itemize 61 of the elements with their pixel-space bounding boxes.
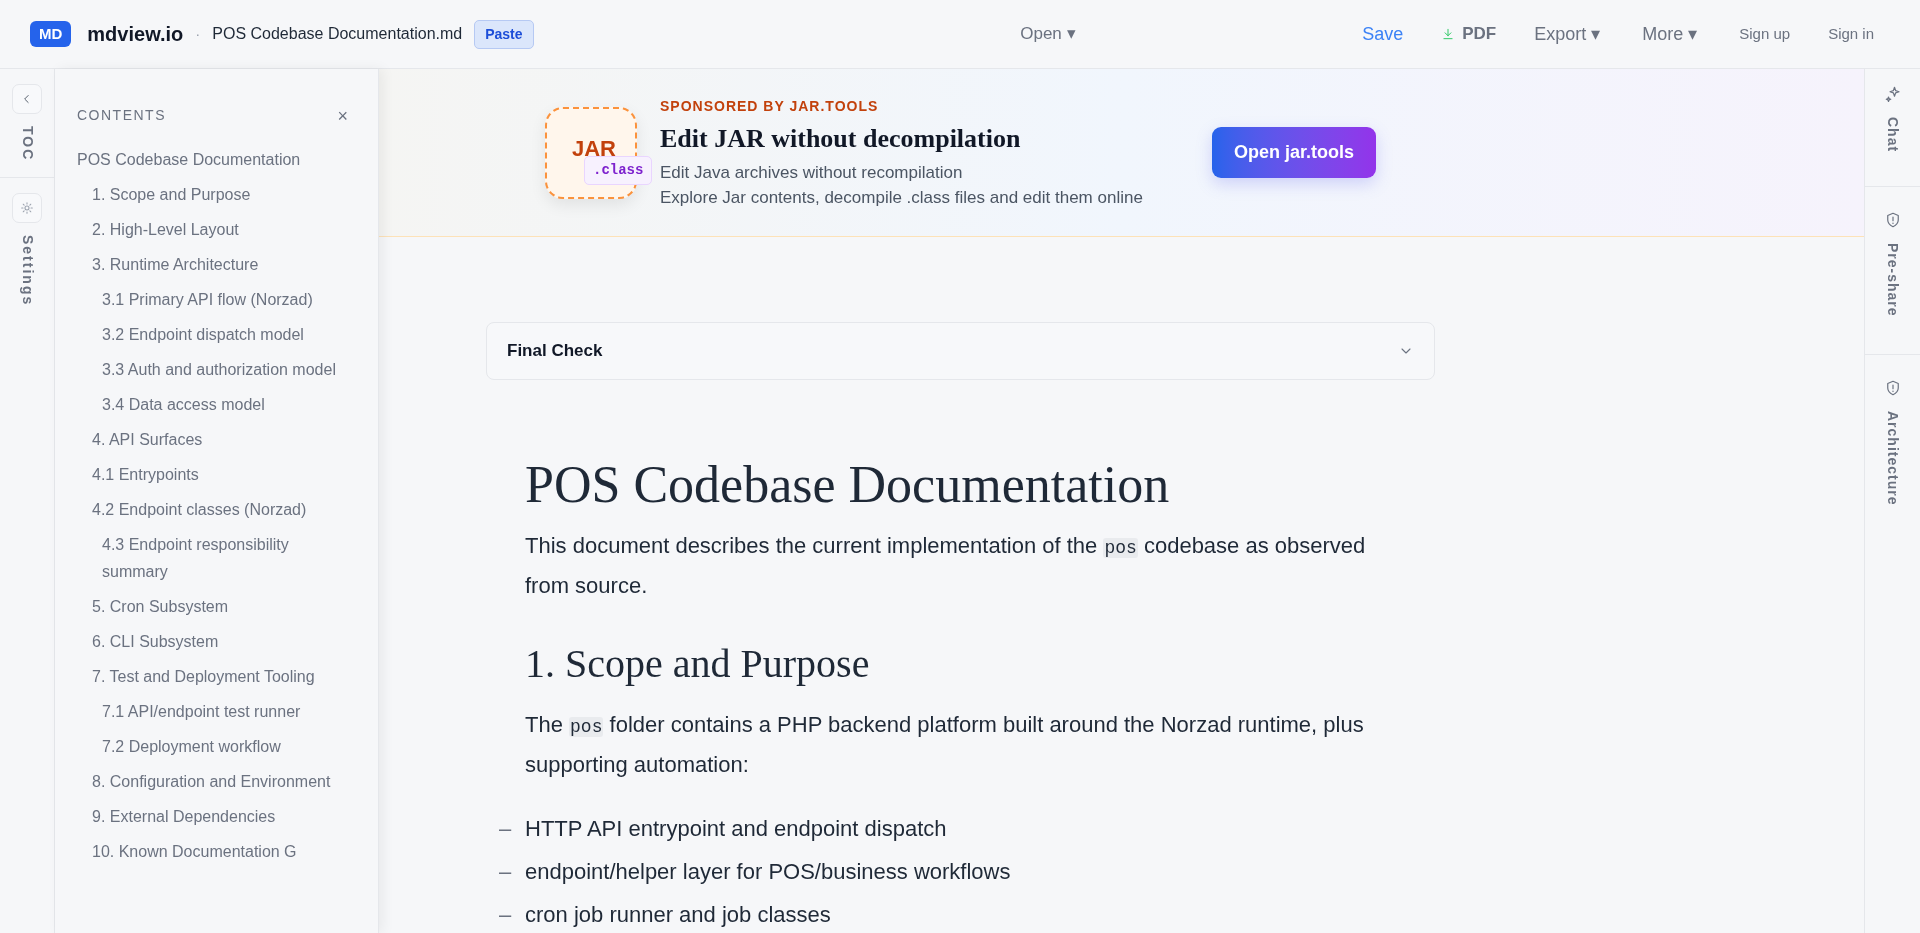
list-bullet: –: [499, 858, 512, 886]
toc-link[interactable]: 4. API Surfaces: [77, 422, 348, 457]
document-title: POS Codebase Documentation: [525, 455, 1171, 515]
settings-button[interactable]: [12, 193, 42, 224]
toc-link[interactable]: 6. CLI Subsystem: [77, 624, 348, 659]
toc-link[interactable]: 3.4 Data access model: [77, 387, 348, 422]
toc-link[interactable]: 8. Configuration and Environment: [77, 764, 348, 799]
paragraph: The pos folder contains a PHP backend platform built around the Norzad runtime, plus supporting automation:: [525, 711, 1365, 779]
open-button[interactable]: Open jar.tools: [1212, 127, 1377, 178]
list-bullet: –: [499, 901, 512, 929]
sparkle-icon: [1883, 85, 1902, 103]
close-button[interactable]: ×: [337, 106, 348, 125]
side-tab[interactable]: Chat: [1865, 69, 1920, 187]
rail-tab-label[interactable]: Settings: [16, 235, 38, 307]
toc-link[interactable]: 9. External Dependencies: [77, 799, 348, 834]
toc-link[interactable]: 2. High-Level Layout: [77, 212, 348, 247]
collapse-button[interactable]: [12, 84, 42, 114]
pdf-button[interactable]: PDF: [1441, 21, 1497, 47]
paste-button[interactable]: Paste: [474, 19, 534, 49]
toc-link[interactable]: 7.1 API/endpoint test runner: [77, 694, 348, 729]
auth-link[interactable]: Sign in: [1828, 22, 1874, 46]
toc-link[interactable]: 3.2 Endpoint dispatch model: [77, 317, 348, 352]
open-menu[interactable]: Open ▾: [1020, 21, 1076, 47]
separator-dot: ·: [195, 23, 201, 44]
paragraph: This document describes the current implementation of the pos codebase as observed from source.: [525, 532, 1367, 600]
side-tab[interactable]: Pre-share: [1865, 187, 1920, 355]
auth-link[interactable]: Sign up: [1739, 22, 1791, 46]
menu-button[interactable]: More ▾: [1642, 20, 1698, 48]
sun-icon: [19, 200, 35, 217]
list-item: endpoint/helper layer for POS/business workflows: [525, 859, 1011, 884]
toc-link[interactable]: POS Codebase Documentation: [77, 142, 348, 177]
toc-link[interactable]: 4.3 Endpoint responsibility summary: [77, 527, 348, 589]
toc-link[interactable]: 1. Scope and Purpose: [77, 177, 348, 212]
toc-link[interactable]: 3.3 Auth and authorization model: [77, 352, 348, 387]
file-name: POS Codebase Documentation.md: [212, 24, 463, 44]
menu-button[interactable]: Export ▾: [1534, 20, 1601, 48]
toc-heading: CONTENTS: [77, 106, 166, 125]
sponsor-label: SPONSORED BY JAR.TOOLS: [660, 96, 880, 116]
toc-link[interactable]: 4.1 Entrypoints: [77, 457, 348, 492]
banner-text: Edit Java archives without recompilation: [660, 161, 964, 184]
save-link[interactable]: Save: [1362, 20, 1404, 48]
toc-link[interactable]: 10. Known Documentation G: [77, 834, 348, 869]
banner-text: Explore Jar contents, decompile .class files and edit them online: [660, 186, 1144, 209]
side-tab[interactable]: Architecture: [1865, 355, 1920, 506]
list-bullet: –: [499, 815, 512, 843]
toc-link[interactable]: 7.2 Deployment workflow: [77, 729, 348, 764]
toc-link[interactable]: 4.2 Endpoint classes (Norzad): [77, 492, 348, 527]
banner-title: Edit JAR without decompilation: [660, 122, 1022, 155]
download-icon: [1441, 26, 1456, 42]
list-item: HTTP API entrypoint and endpoint dispatch: [525, 816, 947, 841]
rail-tab-label[interactable]: TOC: [16, 126, 38, 162]
section-heading: 1. Scope and Purpose: [525, 640, 871, 688]
list-item: cron job runner and job classes: [525, 902, 831, 927]
toc-link[interactable]: 5. Cron Subsystem: [77, 589, 348, 624]
toc-link[interactable]: 7. Test and Deployment Tooling: [77, 659, 348, 694]
class-chip: .class: [584, 155, 653, 185]
toc-link[interactable]: 3.1 Primary API flow (Norzad): [77, 282, 348, 317]
logo-badge: MD: [30, 20, 72, 48]
accordion-header[interactable]: Final Check: [486, 322, 1435, 380]
toc-link[interactable]: 3. Runtime Architecture: [77, 247, 348, 282]
brand-name[interactable]: mdview.io: [87, 19, 184, 49]
